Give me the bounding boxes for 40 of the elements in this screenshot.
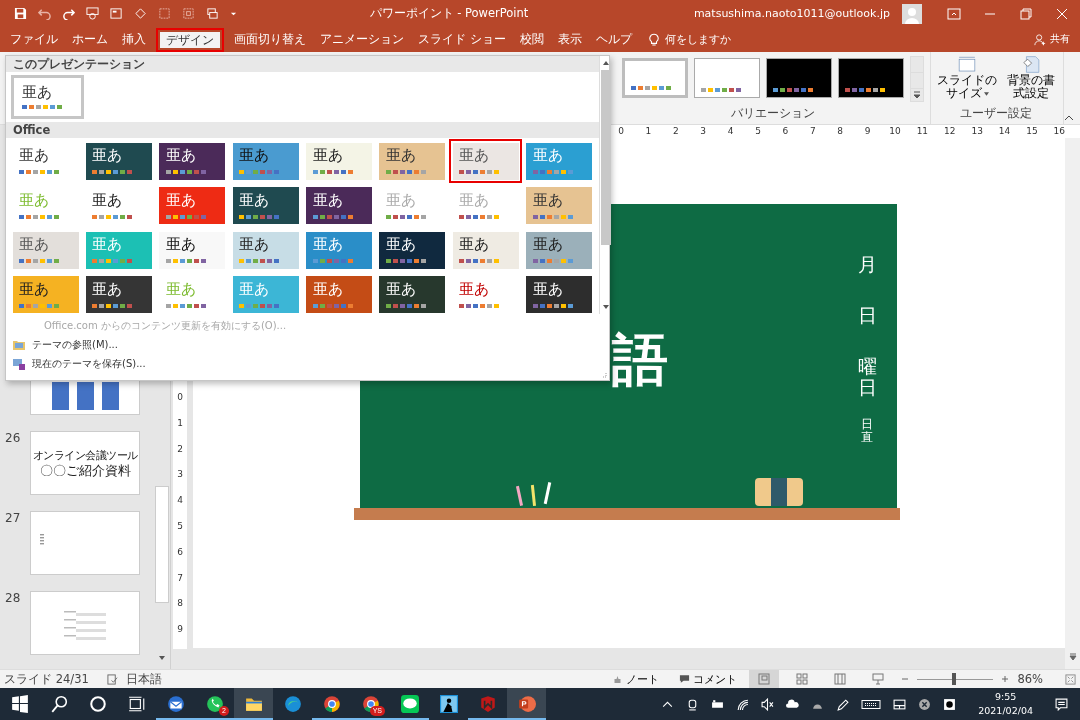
menu-item[interactable]: テーマの参照(M)... [32, 338, 118, 352]
slide-number: 27 [4, 511, 22, 525]
slide-number: 28 [4, 591, 22, 605]
clock-date[interactable]: 2021/02/04 [978, 704, 1033, 718]
ribbon-tab[interactable]: アニメーション [313, 27, 411, 52]
group-label: バリエーション [731, 105, 816, 122]
ribbon-button[interactable]: 背景の書 式設定 [1005, 56, 1058, 100]
slide-title: 語 [612, 332, 668, 388]
tell-me-search[interactable]: 何をしますか [664, 32, 731, 47]
ribbon-tab[interactable]: ヘルプ [588, 27, 639, 52]
ribbon-button[interactable]: スライドの サイズ [935, 56, 1000, 100]
duty-label: 日直 [861, 417, 873, 444]
theme-thumbnail[interactable]: 亜あ [449, 139, 523, 183]
notes-button[interactable]: ノート [608, 671, 664, 687]
date-label: 曜日 [857, 355, 877, 398]
slide-counter: スライド 24/31 [4, 671, 89, 687]
ribbon-tab[interactable]: ホーム [65, 27, 115, 52]
ribbon-tab[interactable]: 表示 [550, 27, 589, 52]
account-name: matsushima.naoto1011@outlook.jp [693, 7, 890, 20]
menu-item[interactable]: 現在のテーマを保存(S)... [32, 357, 146, 371]
date-label: 月 [857, 254, 877, 275]
share-button[interactable]: 共有 [1024, 27, 1080, 52]
comments-button[interactable]: コメント [675, 671, 742, 687]
zoom-level[interactable]: 86% [1017, 672, 1043, 686]
ribbon-tab[interactable]: ファイル [3, 27, 65, 52]
date-label: 日 [857, 304, 877, 326]
theme-thumbnail[interactable]: 亜あ [11, 75, 84, 119]
window-title: パワーポイント - PowerPoint [368, 6, 530, 21]
ribbon-tab[interactable]: 挿入 [115, 27, 153, 52]
ribbon-tab[interactable]: デザイン [156, 28, 224, 52]
ribbon-tab[interactable]: 画面切り替え [227, 27, 313, 52]
ribbon-tab[interactable]: スライド ショー [411, 27, 513, 52]
language-indicator[interactable]: 日本語 [125, 671, 162, 687]
slide-thumbnail[interactable]: オンライン会議ツール 〇〇ご紹介資料 [30, 431, 140, 495]
section-header: このプレゼンテーション [6, 56, 599, 72]
group-label: ユーザー設定 [960, 105, 1033, 122]
section-header: Office [6, 122, 599, 138]
clock-time[interactable]: 9:55 [994, 690, 1017, 704]
ribbon-tab[interactable]: 校閲 [512, 27, 551, 52]
slide-number: 26 [4, 431, 22, 445]
